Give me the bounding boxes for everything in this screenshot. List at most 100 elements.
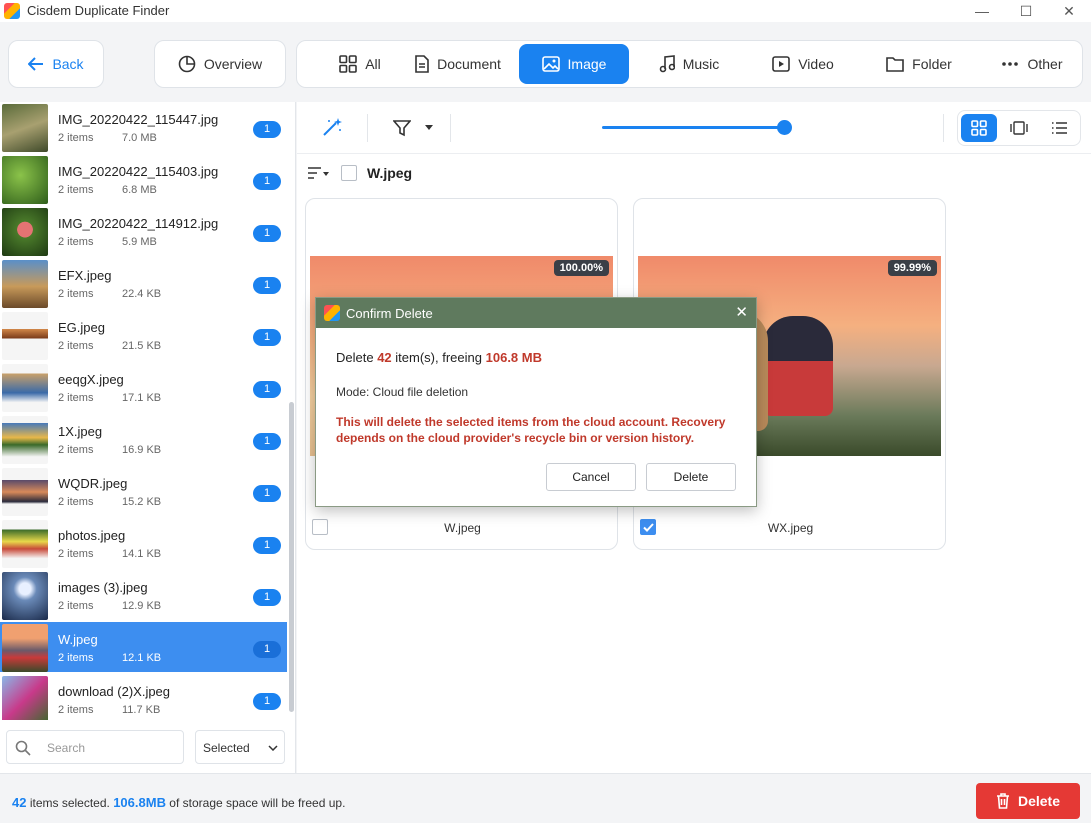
file-size: 22.4 KB xyxy=(122,288,162,300)
list-view-button[interactable] xyxy=(1041,114,1077,142)
file-name: IMG_20220422_114912.jpg xyxy=(58,216,219,231)
divider xyxy=(367,114,368,142)
summary-mid: item(s), freeing xyxy=(395,350,482,365)
filter-icon[interactable] xyxy=(393,119,411,137)
list-item[interactable]: WQDR.jpeg 2 items 15.2 KB 1 xyxy=(0,466,287,518)
tab-document[interactable]: Document xyxy=(401,44,515,84)
grid-view-button[interactable] xyxy=(961,114,997,142)
count-badge: 1 xyxy=(253,277,281,294)
file-name: download (2)X.jpeg xyxy=(58,684,171,699)
minimize-button[interactable]: — xyxy=(960,0,1004,22)
maximize-icon: ☐ xyxy=(1019,2,1033,19)
dialog-title: Confirm Delete xyxy=(346,306,433,321)
count-badge: 1 xyxy=(253,225,281,242)
thumbnail xyxy=(2,520,48,568)
item-count: 2 items xyxy=(58,652,94,664)
tab-video[interactable]: Video xyxy=(753,44,853,84)
grid-icon xyxy=(339,55,358,73)
tab-music[interactable]: Music xyxy=(637,44,741,84)
person-figure xyxy=(763,316,833,416)
close-window-button[interactable]: ✕ xyxy=(1047,0,1091,22)
file-name: EFX.jpeg xyxy=(58,268,112,283)
thumbnail xyxy=(2,572,48,620)
sidebar-scrollbar[interactable] xyxy=(289,402,294,712)
pie-chart-icon xyxy=(178,55,196,73)
file-name: eeqgX.jpeg xyxy=(58,372,124,387)
tab-label: Other xyxy=(1027,56,1063,72)
count-badge: 1 xyxy=(253,329,281,346)
list-item[interactable]: photos.jpeg 2 items 14.1 KB 1 xyxy=(0,518,287,570)
chevron-down-icon xyxy=(268,745,278,751)
view-mode-group xyxy=(957,110,1081,146)
slider-handle[interactable] xyxy=(777,120,792,135)
count-badge: 1 xyxy=(253,173,281,190)
list-item[interactable]: IMG_20220422_115447.jpg 2 items 7.0 MB 1 xyxy=(0,102,287,154)
delete-summary: Delete 42 item(s), freeing 106.8 MB xyxy=(336,350,542,365)
delete-mode: Mode: Cloud file deletion xyxy=(336,385,469,399)
select-group-checkbox[interactable] xyxy=(341,165,357,181)
list-item[interactable]: EFX.jpeg 2 items 22.4 KB 1 xyxy=(0,258,287,310)
thumbnail xyxy=(2,104,48,152)
list-item[interactable]: IMG_20220422_114912.jpg 2 items 5.9 MB 1 xyxy=(0,206,287,258)
list-view-icon xyxy=(1052,122,1067,134)
file-size: 12.1 KB xyxy=(122,652,162,664)
file-name: WQDR.jpeg xyxy=(58,476,128,491)
title-bar: Cisdem Duplicate Finder — ☐ ✕ xyxy=(0,0,1091,22)
file-size: 17.1 KB xyxy=(122,392,162,404)
app-logo-icon xyxy=(4,3,20,19)
overview-label: Overview xyxy=(203,56,263,72)
trash-icon xyxy=(996,793,1009,809)
search-input[interactable]: Search xyxy=(6,730,184,764)
search-placeholder: Search xyxy=(47,741,86,755)
file-size: 7.0 MB xyxy=(122,132,157,144)
item-count: 2 items xyxy=(58,704,94,716)
duplicate-group-list[interactable]: IMG_20220422_115447.jpg 2 items 7.0 MB 1… xyxy=(0,102,288,720)
image-icon xyxy=(541,56,560,72)
tab-image[interactable]: Image xyxy=(519,44,629,84)
list-item-selected[interactable]: W.jpeg 2 items 12.1 KB 1 xyxy=(0,622,287,672)
cancel-button[interactable]: Cancel xyxy=(546,463,636,491)
file-name: photos.jpeg xyxy=(58,528,126,543)
dialog-title-bar: Confirm Delete ✕ xyxy=(316,298,756,328)
file-name: IMG_20220422_115447.jpg xyxy=(58,112,219,127)
thumbnail xyxy=(2,208,48,256)
maximize-button[interactable]: ☐ xyxy=(1004,0,1048,22)
confirm-delete-button[interactable]: Delete xyxy=(646,463,736,491)
list-item[interactable]: download (2)X.jpeg 2 items 11.7 KB 1 xyxy=(0,674,287,720)
folder-icon xyxy=(886,57,904,72)
list-item[interactable]: eeqgX.jpeg 2 items 17.1 KB 1 xyxy=(0,362,287,414)
filter-select[interactable]: Selected xyxy=(195,730,285,764)
tab-folder[interactable]: Folder xyxy=(869,44,969,84)
back-label: Back xyxy=(52,56,84,72)
close-icon: ✕ xyxy=(1063,2,1075,19)
tab-other[interactable]: Other xyxy=(987,44,1077,84)
list-item[interactable]: 1X.jpeg 2 items 16.9 KB 1 xyxy=(0,414,287,466)
list-item[interactable]: images (3).jpeg 2 items 12.9 KB 1 xyxy=(0,570,287,622)
tab-all[interactable]: All xyxy=(309,44,411,84)
selection-summary: 42 items selected. 106.8MB of storage sp… xyxy=(12,795,345,810)
list-item[interactable]: EG.jpeg 2 items 21.5 KB 1 xyxy=(0,310,287,362)
divider xyxy=(943,114,944,142)
summary-prefix: Delete xyxy=(336,350,374,365)
cancel-label: Cancel xyxy=(572,470,610,484)
item-count: 2 items xyxy=(58,600,94,612)
card-file-name: W.jpeg xyxy=(444,521,481,535)
file-size: 5.9 MB xyxy=(122,236,157,248)
window-title: Cisdem Duplicate Finder xyxy=(27,3,170,18)
magic-wand-icon[interactable] xyxy=(321,116,343,138)
list-item[interactable]: IMG_20220422_115403.jpg 2 items 6.8 MB 1 xyxy=(0,154,287,206)
caret-down-icon[interactable] xyxy=(425,125,433,130)
overview-button[interactable]: Overview xyxy=(154,40,286,88)
item-count: 2 items xyxy=(58,132,94,144)
back-button[interactable]: Back xyxy=(8,40,104,88)
sort-icon[interactable] xyxy=(307,166,329,180)
compare-view-button[interactable] xyxy=(1001,114,1037,142)
item-count: 2 items xyxy=(58,184,94,196)
delete-count: 42 xyxy=(377,350,392,365)
thumbnail xyxy=(2,676,48,720)
similarity-badge: 99.99% xyxy=(887,260,937,276)
dialog-close-icon[interactable]: ✕ xyxy=(735,303,748,321)
delete-button[interactable]: Delete xyxy=(976,783,1080,819)
group-title: W.jpeg xyxy=(367,165,413,181)
similarity-slider[interactable] xyxy=(602,126,784,129)
